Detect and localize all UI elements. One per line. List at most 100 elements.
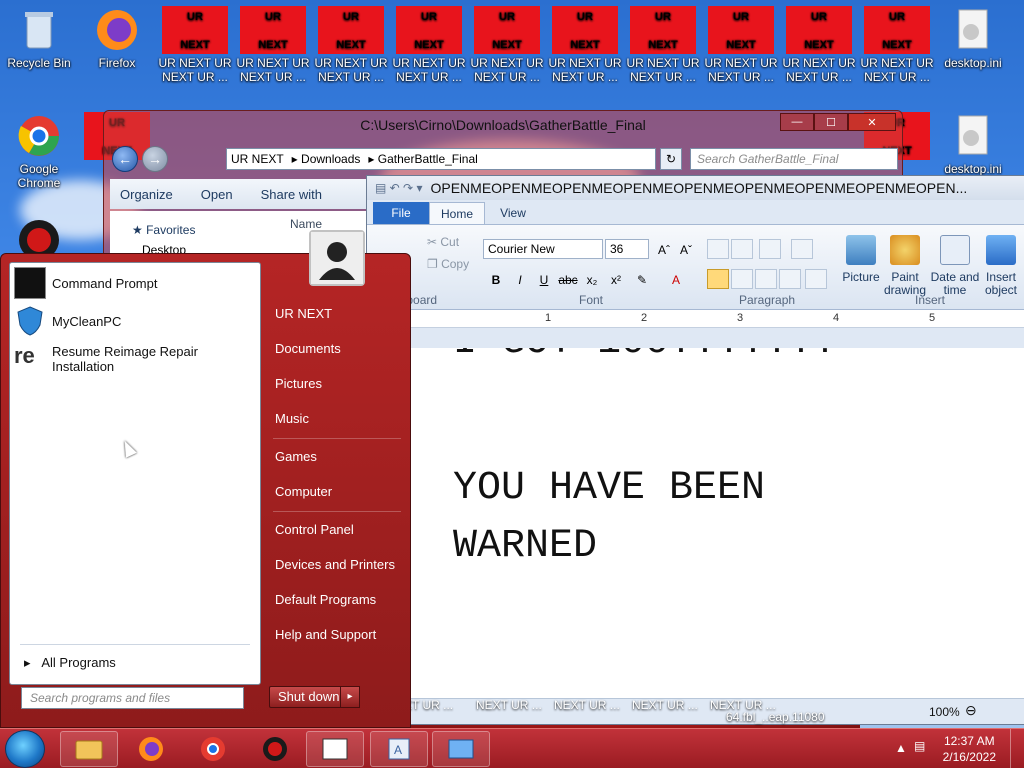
font-color-button[interactable]: A [665, 269, 687, 289]
font-family-select[interactable]: Courier New [483, 239, 603, 259]
desktop-icon-ur-next[interactable]: UR NEXT UR NEXT UR NEXT UR ... [626, 6, 700, 84]
zoom-out-button[interactable]: ⊖ [965, 702, 977, 719]
quick-access-toolbar[interactable]: ▤ ↶ ↷ ▾ [375, 181, 422, 195]
align-right-button[interactable] [755, 269, 777, 289]
paragraph-button[interactable] [805, 269, 827, 289]
strikethrough-button[interactable]: abc [557, 269, 579, 289]
subscript-button[interactable]: x₂ [581, 269, 603, 289]
desktop-icon-ur-next[interactable]: UR NEXT UR NEXT UR NEXT UR ... [860, 6, 934, 84]
start-link-documents[interactable]: Documents [275, 341, 341, 356]
italic-button[interactable]: I [509, 269, 531, 289]
network-icon[interactable]: ▤ [914, 739, 925, 753]
highlight-button[interactable]: ✎ [631, 269, 653, 289]
program-mycleanpc[interactable]: MyCleanPC [14, 305, 121, 337]
insert-paint-drawing-button[interactable]: Paint drawing [877, 235, 933, 297]
desktop-label[interactable]: NEXT UR ... [632, 698, 698, 712]
share-with-button[interactable]: Share with [261, 187, 322, 202]
desktop-icon-ur-next[interactable]: UR NEXT UR NEXT UR NEXT UR ... [782, 6, 856, 84]
start-link-computer[interactable]: Computer [275, 484, 332, 499]
align-center-button[interactable] [731, 269, 753, 289]
start-link-pictures[interactable]: Pictures [275, 376, 322, 391]
back-button[interactable]: ← [112, 146, 138, 172]
taskbar-wordpad[interactable]: A [370, 731, 428, 767]
desktop-icon-recycle-bin[interactable]: Recycle Bin [2, 6, 76, 70]
breadcrumb-2[interactable]: GatherBattle_Final [378, 152, 478, 166]
desktop-icon-ur-next[interactable]: UR NEXT UR NEXT UR NEXT UR ... [704, 6, 778, 84]
bold-button[interactable]: B [485, 269, 507, 289]
calendar-icon [940, 235, 970, 265]
taskbar-window-1[interactable] [306, 731, 364, 767]
start-link-default-programs[interactable]: Default Programs [275, 592, 376, 607]
document-area[interactable]: I GOT 100!!!!!!! YOU HAVE BEEN WARNED [411, 348, 1024, 698]
start-search-input[interactable]: Search programs and files [21, 687, 244, 709]
refresh-button[interactable]: ↻ [660, 148, 682, 170]
taskbar-chrome[interactable] [184, 731, 242, 767]
cut-button[interactable]: ✂ Cut [427, 235, 459, 249]
grow-font-button[interactable]: Aˆ [653, 239, 675, 259]
wordpad-window[interactable]: ▤ ↶ ↷ ▾ OPENMEOPENMEOPENMEOPENMEOPENMEOP… [366, 175, 1024, 725]
desktop-icon-ur-next[interactable]: UR NEXT UR NEXT UR NEXT UR ... [470, 6, 544, 84]
desktop-icon-ur-next[interactable]: UR NEXT UR NEXT UR NEXT UR ... [392, 6, 466, 84]
favorites-item[interactable]: ★ Favorites [132, 223, 195, 237]
taskbar-firefox[interactable] [122, 731, 180, 767]
name-column-header[interactable]: Name [290, 217, 322, 231]
explorer-search-input[interactable]: Search GatherBattle_Final [690, 148, 898, 170]
start-link-devices-printers[interactable]: Devices and Printers [275, 557, 395, 572]
taskbar-app[interactable] [246, 731, 304, 767]
list-button[interactable] [759, 239, 781, 259]
insert-object-button[interactable]: Insert object [973, 235, 1024, 297]
breadcrumb-1[interactable]: Downloads [301, 152, 360, 166]
show-hidden-icons-button[interactable]: ▲ [895, 741, 907, 755]
decrease-indent-button[interactable] [707, 239, 729, 259]
taskbar-explorer[interactable] [60, 731, 118, 767]
open-button[interactable]: Open [201, 187, 233, 202]
line-spacing-button[interactable] [791, 239, 813, 259]
all-programs-button[interactable]: ▸ All Programs [24, 655, 116, 671]
program-command-prompt[interactable]: Command Prompt [14, 267, 157, 299]
start-link-help-support[interactable]: Help and Support [275, 627, 376, 642]
desktop-icon-ur-next[interactable]: UR NEXT UR NEXT UR NEXT UR ... [548, 6, 622, 84]
tab-file[interactable]: File [373, 202, 429, 224]
close-button[interactable]: ✕ [848, 113, 896, 131]
forward-button[interactable]: → [142, 146, 168, 172]
clock[interactable]: 12:37 AM 2/16/2022 [943, 733, 996, 765]
justify-button[interactable] [779, 269, 801, 289]
window-controls: — ☐ ✕ [780, 113, 896, 131]
desktop-icon-ur-next[interactable]: UR NEXT UR NEXT UR NEXT UR ... [314, 6, 388, 84]
start-link-user[interactable]: UR NEXT [275, 306, 332, 321]
desktop-icon-firefox[interactable]: Firefox [80, 6, 154, 70]
minimize-button[interactable]: — [780, 113, 814, 131]
tab-view[interactable]: View [485, 202, 541, 224]
desktop-icon-google-chrome[interactable]: Google Chrome [2, 112, 76, 190]
shutdown-options-button[interactable]: ▸ [340, 686, 360, 708]
copy-button[interactable]: ❐ Copy [427, 257, 469, 271]
font-size-select[interactable]: 36 [605, 239, 649, 259]
desktop-label[interactable]: 64.fbl_..eap.11080 [726, 710, 825, 724]
superscript-button[interactable]: x² [605, 269, 627, 289]
breadcrumb-0[interactable]: UR NEXT [231, 152, 284, 166]
show-desktop-button[interactable] [1010, 729, 1024, 768]
desktop-label[interactable]: XT UR ... [404, 698, 453, 712]
start-button[interactable] [5, 730, 45, 768]
start-link-control-panel[interactable]: Control Panel [275, 522, 354, 537]
desktop-label[interactable]: NEXT UR ... [476, 698, 542, 712]
align-left-button[interactable] [707, 269, 729, 289]
desktop-icon-ur-next[interactable]: UR NEXT UR NEXT UR NEXT UR ... [236, 6, 310, 84]
program-reimage-repair[interactable]: re Resume Reimage Repair Installation [14, 343, 254, 375]
recycle-bin-icon [15, 6, 63, 54]
address-bar[interactable]: UR NEXT ▸ Downloads ▸ GatherBattle_Final [226, 148, 656, 170]
start-link-games[interactable]: Games [275, 449, 317, 464]
organize-button[interactable]: Organize [120, 187, 173, 202]
desktop-icon-desktop-ini-2[interactable]: desktop.ini [936, 112, 1010, 176]
start-link-music[interactable]: Music [275, 411, 309, 426]
ruler[interactable]: 1 2 3 4 5 [367, 310, 1024, 328]
shrink-font-button[interactable]: Aˇ [675, 239, 697, 259]
increase-indent-button[interactable] [731, 239, 753, 259]
taskbar-control-panel[interactable] [432, 731, 490, 767]
desktop-icon-desktop-ini[interactable]: desktop.ini [936, 6, 1010, 70]
underline-button[interactable]: U [533, 269, 555, 289]
desktop-label[interactable]: NEXT UR ... [554, 698, 620, 712]
tab-home[interactable]: Home [429, 202, 485, 224]
desktop-icon-ur-next[interactable]: UR NEXT UR NEXT UR NEXT UR ... [158, 6, 232, 84]
maximize-button[interactable]: ☐ [814, 113, 848, 131]
